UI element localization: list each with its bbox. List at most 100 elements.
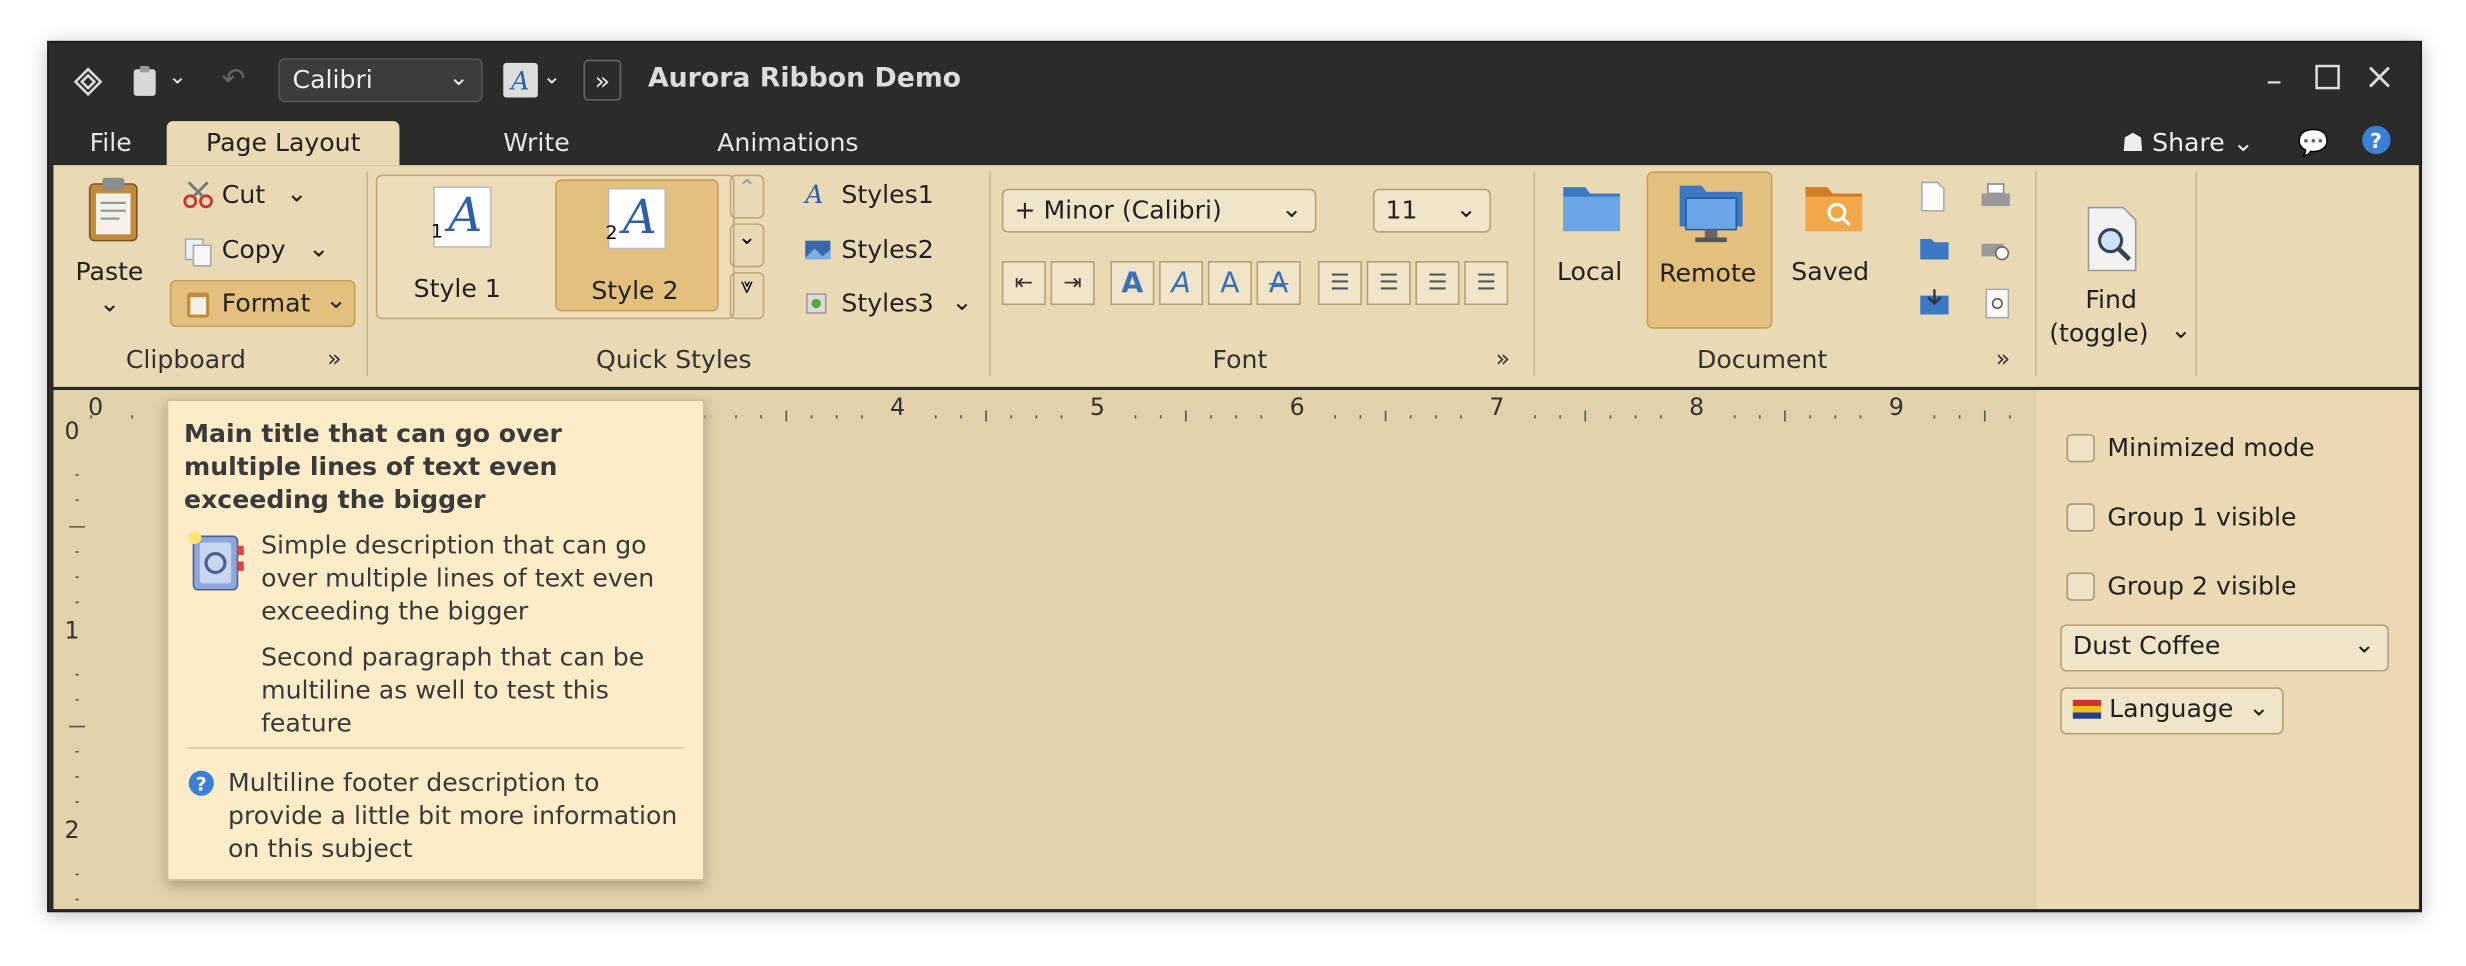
style-2-button[interactable]: A 2 Style 2: [555, 179, 719, 312]
chevron-down-icon[interactable]: ⌄: [2170, 315, 2191, 345]
print-icon[interactable]: [1980, 181, 2011, 219]
align-justify-icon[interactable]: ☰: [1464, 261, 1509, 306]
font-italic-icon[interactable]: A: [1159, 261, 1204, 306]
gallery-scroll-down-icon[interactable]: ⌄: [729, 223, 765, 268]
align-center-icon[interactable]: ☰: [1366, 261, 1411, 306]
comments-icon[interactable]: 💬: [2298, 127, 2329, 157]
minimize-icon[interactable]: –: [2266, 61, 2282, 99]
font-size-value: 11: [1385, 195, 1418, 225]
tab-file[interactable]: File: [90, 121, 132, 165]
styles3-button[interactable]: Styles3: [841, 288, 933, 318]
ruler-h-mark-8: 8: [1689, 393, 1705, 422]
group-label-font: Font: [1212, 344, 1268, 375]
language-select[interactable]: Language ⌄: [2060, 687, 2284, 735]
tab-write[interactable]: Write: [503, 121, 569, 165]
address-book-icon: [187, 530, 247, 599]
gallery-expand-icon[interactable]: ⩔: [729, 272, 765, 320]
format-button[interactable]: Format ⌄: [169, 279, 356, 328]
chevron-down-icon[interactable]: ⌄: [543, 64, 561, 89]
group-label-quick-styles: Quick Styles: [596, 344, 752, 375]
group-separator: [1533, 171, 1535, 376]
gallery-scroll-up-icon[interactable]: ⌃: [729, 174, 765, 219]
chevron-down-icon[interactable]: ⌄: [99, 288, 120, 318]
close-icon[interactable]: [2367, 60, 2392, 98]
font-outline-icon[interactable]: A: [1207, 261, 1252, 306]
styles1-button[interactable]: Styles1: [841, 179, 933, 209]
font-dialog-launcher[interactable]: »: [1496, 344, 1510, 372]
font-size-combo[interactable]: 11 ⌄: [1372, 188, 1491, 233]
checkbox-box[interactable]: [2066, 502, 2095, 531]
chevron-down-icon: ⌄: [2232, 127, 2254, 158]
saved-button[interactable]: Saved: [1791, 256, 1869, 286]
font-strikethrough-icon[interactable]: A: [1256, 261, 1301, 306]
ruler-v-mark-0: 0: [64, 416, 80, 446]
style-1-button[interactable]: A 1 Style 1: [388, 179, 539, 311]
help-icon[interactable]: ?: [2361, 124, 2392, 162]
group-2-visible-checkbox[interactable]: Group 2 visible: [2066, 571, 2296, 601]
svg-text:?: ?: [196, 773, 207, 795]
chevron-down-icon[interactable]: ⌄: [951, 286, 972, 316]
print-preview-icon[interactable]: [1980, 234, 2011, 272]
styles1-icon: A: [805, 179, 824, 210]
ribbon-tabs: File Page Layout Write Animations ☗ Shar…: [49, 121, 2421, 166]
align-right-icon[interactable]: ☰: [1415, 261, 1460, 306]
skin-value: Dust Coffee: [2072, 630, 2221, 661]
tab-page-layout[interactable]: Page Layout: [166, 121, 400, 166]
paste-button[interactable]: Paste: [75, 256, 143, 286]
undo-icon[interactable]: ↶: [222, 63, 246, 96]
group-1-visible-checkbox[interactable]: Group 1 visible: [2066, 501, 2297, 532]
clipboard-icon[interactable]: [127, 63, 162, 98]
ruler-h-mark-0: 0: [88, 393, 104, 422]
scissors-icon: [182, 181, 213, 216]
local-folder-icon: [1560, 178, 1623, 241]
chevron-down-icon[interactable]: ⌄: [168, 64, 186, 89]
font-bold-icon[interactable]: A: [1110, 261, 1155, 306]
copy-button[interactable]: Copy: [222, 234, 286, 264]
find-toggle-button[interactable]: (toggle): [2049, 318, 2148, 348]
group-label-clipboard: Clipboard: [125, 344, 247, 375]
chevron-down-icon[interactable]: ⌄: [308, 233, 329, 263]
style-2-number: 2: [605, 221, 618, 244]
save-icon[interactable]: [1919, 288, 1950, 323]
remote-button[interactable]: Remote: [1646, 171, 1773, 329]
options-panel: Minimized mode Group 1 visible Group 2 v…: [2036, 390, 2419, 910]
new-document-icon[interactable]: [1919, 181, 1947, 219]
font-family-combo[interactable]: + Minor (Calibri) ⌄: [1001, 188, 1317, 233]
group-separator: [989, 171, 991, 376]
clipboard-dialog-launcher[interactable]: »: [327, 344, 341, 372]
local-button[interactable]: Local: [1557, 256, 1622, 286]
cut-button[interactable]: Cut: [222, 179, 265, 209]
qat-font-combo[interactable]: Calibri ⌄: [278, 58, 483, 103]
document-dialog-launcher[interactable]: »: [1996, 344, 2010, 372]
align-left-icon[interactable]: ☰: [1317, 261, 1362, 306]
minimized-mode-checkbox[interactable]: Minimized mode: [2066, 432, 2315, 463]
ruler-h-mark-9: 9: [1888, 393, 1904, 422]
chevron-down-icon: ⌄: [1455, 193, 1477, 224]
find-icon: [2084, 206, 2141, 278]
styles2-button[interactable]: Styles2: [841, 234, 933, 264]
group-label-document: Document: [1696, 344, 1828, 375]
checkbox-box[interactable]: [2066, 433, 2095, 462]
minimized-mode-label: Minimized mode: [2107, 432, 2315, 463]
share-button[interactable]: ☗ Share ⌄: [2122, 127, 2254, 157]
group-separator: [366, 171, 369, 376]
group-1-visible-label: Group 1 visible: [2107, 501, 2297, 532]
chevron-down-icon[interactable]: ⌄: [286, 178, 307, 208]
maximize-icon[interactable]: [2315, 60, 2340, 98]
font-style-icon[interactable]: A: [503, 62, 538, 98]
saved-folder-icon: [1802, 178, 1865, 241]
indent-decrease-icon[interactable]: ⇤: [1001, 261, 1046, 306]
indent-increase-icon[interactable]: ⇥: [1050, 261, 1095, 306]
find-small-icon[interactable]: [1983, 288, 2011, 326]
chevron-down-icon: ⌄: [325, 284, 347, 315]
open-folder-icon[interactable]: [1919, 234, 1950, 269]
skin-select[interactable]: Dust Coffee ⌄: [2060, 624, 2389, 672]
paste-icon[interactable]: [82, 175, 145, 250]
paint-icon: [804, 291, 829, 322]
style-1-label: Style 1: [413, 273, 501, 304]
ribbon: Paste ⌄ Cut ⌄ Copy ⌄ Format ⌄ Clipboard …: [53, 165, 2419, 389]
app-menu-icon[interactable]: [71, 64, 106, 99]
tab-animations[interactable]: Animations: [717, 121, 858, 165]
qat-overflow-button[interactable]: »: [583, 59, 622, 101]
checkbox-box[interactable]: [2066, 571, 2095, 600]
